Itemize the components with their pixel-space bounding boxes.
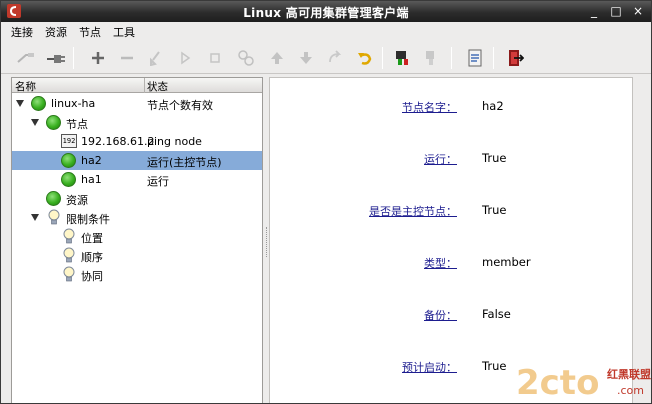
- tree-row-constraints[interactable]: 限制条件: [12, 208, 262, 227]
- tree-item-label: 节点: [66, 118, 88, 131]
- tree-item-label: 限制条件: [66, 213, 110, 226]
- tree-item-label: 协同: [81, 270, 103, 283]
- green-status-icon: [46, 115, 61, 130]
- app-window: Linux 高可用集群管理客户端 _ □ × 连接 资源 节点 工具 名称 状态…: [0, 0, 652, 404]
- down-icon[interactable]: [295, 47, 317, 69]
- tree-item-label: ha2: [81, 154, 102, 167]
- expand-arrow-icon[interactable]: [31, 119, 39, 126]
- property-row: 是否是主控节点： True: [270, 203, 632, 219]
- start-icon[interactable]: [174, 47, 196, 69]
- tree-item-status: 运行(主控节点): [147, 156, 222, 169]
- menu-node[interactable]: 节点: [73, 22, 107, 41]
- expand-arrow-icon[interactable]: [31, 214, 39, 221]
- constraint-bulb-icon: [63, 228, 75, 244]
- green-status-icon: [46, 191, 61, 206]
- property-label-type[interactable]: 类型：: [424, 255, 457, 271]
- menu-resource[interactable]: 资源: [39, 22, 73, 41]
- cleanup-icon[interactable]: [144, 47, 166, 69]
- disconnect-icon[interactable]: [45, 47, 67, 69]
- menu-connect[interactable]: 连接: [5, 22, 39, 41]
- column-header-status[interactable]: 状态: [147, 79, 168, 94]
- host-icon: 192: [61, 134, 77, 148]
- property-label-is-dc[interactable]: 是否是主控节点：: [369, 203, 457, 219]
- property-label-running[interactable]: 运行：: [424, 151, 457, 167]
- property-row: 类型： member: [270, 255, 632, 271]
- tree-row-node-ha2[interactable]: ha2 运行(主控节点): [12, 151, 262, 170]
- constraint-bulb-icon: [63, 247, 75, 263]
- tree-row-colocation[interactable]: 协同: [12, 265, 262, 284]
- property-row: 节点名字： ha2: [270, 99, 632, 115]
- expand-arrow-icon[interactable]: [16, 100, 24, 107]
- property-row: 备份： False: [270, 307, 632, 323]
- maximize-button[interactable]: □: [609, 3, 623, 19]
- property-value-type: member: [482, 255, 531, 269]
- tree-item-label: ha1: [81, 173, 102, 186]
- menu-tools[interactable]: 工具: [107, 22, 141, 41]
- property-label-node-name[interactable]: 节点名字：: [402, 99, 457, 115]
- tree-row-ping-node[interactable]: 192 192.168.61.2 ping node: [12, 132, 262, 151]
- migrate-icon[interactable]: [235, 47, 257, 69]
- tree-header: 名称 状态: [12, 78, 262, 93]
- green-status-icon: [61, 172, 76, 187]
- property-value-running: True: [482, 151, 507, 165]
- exit-icon[interactable]: [504, 47, 526, 69]
- tree-row-location[interactable]: 位置: [12, 227, 262, 246]
- watermark-logo: 2cto 红黑联盟 .com: [516, 363, 651, 402]
- tree-item-label: 资源: [66, 194, 88, 207]
- tree-item-status: 节点个数有效: [147, 99, 213, 112]
- node-up-icon[interactable]: [392, 47, 414, 69]
- tree-item-status: 运行: [147, 175, 169, 188]
- property-row: 运行： True: [270, 151, 632, 167]
- up-icon[interactable]: [266, 47, 288, 69]
- green-status-icon: [31, 96, 46, 111]
- toolbar: [1, 41, 651, 74]
- watermark-domain: .com: [617, 384, 644, 397]
- window-title: Linux 高可用集群管理客户端: [243, 6, 409, 20]
- constraint-bulb-icon: [48, 209, 60, 225]
- tree-item-label: 顺序: [81, 251, 103, 264]
- tree-row-node-ha1[interactable]: ha1 运行: [12, 170, 262, 189]
- undo-icon[interactable]: [354, 47, 376, 69]
- property-value-standby: False: [482, 307, 511, 321]
- cluster-tree: 名称 状态 linux-ha 节点个数有效 节点 192 192.168.61.…: [11, 77, 263, 403]
- property-label-expected-up[interactable]: 预计启动：: [402, 359, 457, 375]
- tree-row-resources[interactable]: 资源: [12, 189, 262, 208]
- property-value-expected-up: True: [482, 359, 507, 373]
- node-properties-panel: 节点名字： ha2 运行： True 是否是主控节点： True 类型： mem…: [269, 77, 633, 403]
- property-value-is-dc: True: [482, 203, 507, 217]
- node-down-icon[interactable]: [421, 47, 443, 69]
- tree-row-cluster[interactable]: linux-ha 节点个数有效: [12, 94, 262, 113]
- column-header-name[interactable]: 名称: [15, 79, 36, 94]
- property-value-node-name: ha2: [482, 99, 504, 113]
- tree-item-status: ping node: [147, 135, 202, 148]
- tree-item-label: linux-ha: [51, 97, 96, 110]
- remove-icon[interactable]: [116, 47, 138, 69]
- watermark-text: 红黑联盟: [607, 367, 651, 381]
- title-bar[interactable]: Linux 高可用集群管理客户端 _ □ ×: [1, 1, 651, 22]
- window-edge: [633, 77, 651, 403]
- close-button[interactable]: ×: [631, 3, 645, 19]
- constraint-bulb-icon: [63, 266, 75, 282]
- unmove-icon[interactable]: [324, 47, 346, 69]
- connect-icon[interactable]: [15, 47, 37, 69]
- tree-item-label: 位置: [81, 232, 103, 245]
- minimize-button[interactable]: _: [587, 3, 601, 19]
- stop-icon[interactable]: [204, 47, 226, 69]
- tree-item-label: 192.168.61.2: [81, 135, 155, 148]
- green-status-icon: [61, 153, 76, 168]
- property-label-standby[interactable]: 备份：: [424, 307, 457, 323]
- add-icon[interactable]: [87, 47, 109, 69]
- tree-row-nodes[interactable]: 节点: [12, 113, 262, 132]
- tree-row-order[interactable]: 顺序: [12, 246, 262, 265]
- watermark-logo-text: 2cto: [516, 363, 599, 402]
- menu-bar: 连接 资源 节点 工具: [1, 22, 651, 41]
- view-log-icon[interactable]: [464, 47, 486, 69]
